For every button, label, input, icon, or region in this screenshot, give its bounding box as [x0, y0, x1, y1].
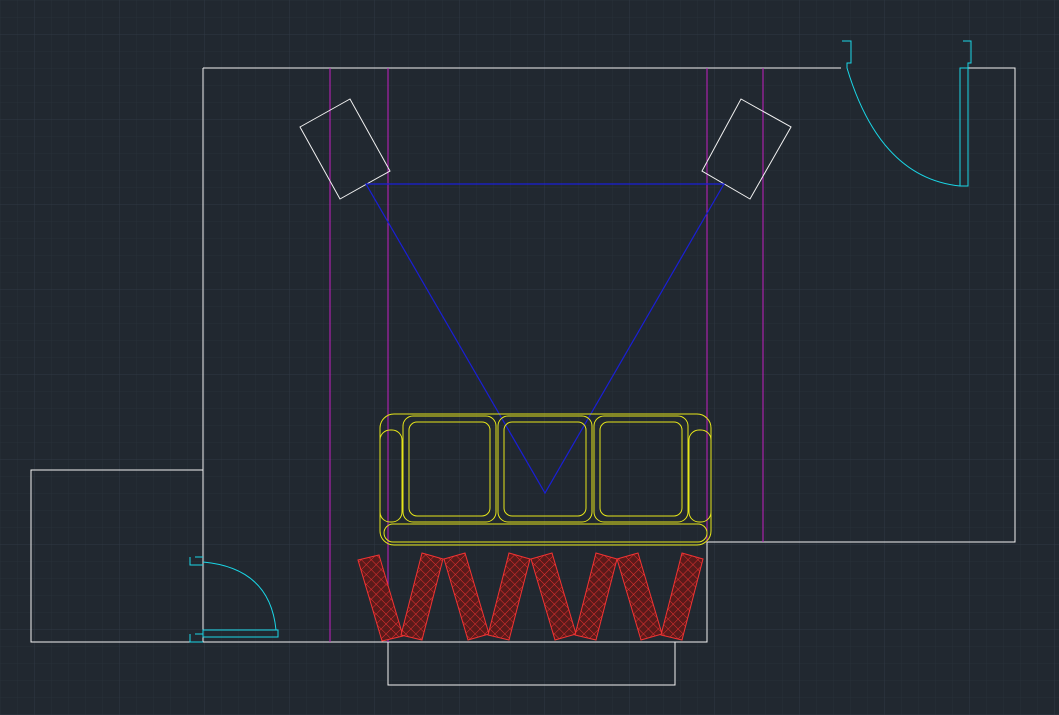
background-grid — [0, 0, 1059, 715]
cad-drawing-canvas[interactable] — [0, 0, 1059, 715]
floor-plan-drawing[interactable] — [0, 0, 1059, 715]
